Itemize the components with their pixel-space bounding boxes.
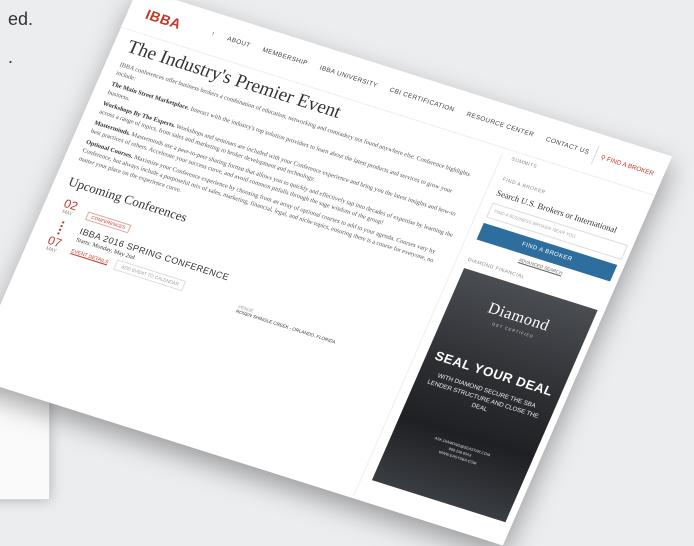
nav-item-home[interactable]: ↑ [210, 30, 216, 38]
find-broker-header-link[interactable]: ⚲ FIND A BROKER [590, 145, 664, 185]
conference-start: Starts: Monday, May 2nd [74, 237, 136, 262]
end-date: 07 MAY [44, 233, 64, 255]
date-range-connector [57, 221, 67, 236]
perspective-stage: IBBA ↑ ABOUT MEMBERSHIP IBBA UNIVERSITY … [0, 0, 694, 546]
nav-item-contact[interactable]: CONTACT US [545, 136, 591, 156]
nav-item-resource-center[interactable]: RESOURCE CENTER [465, 111, 535, 139]
ad-contact: ASK.DIAMOND@SEASTAR.COM 888.258.6543 WWW… [433, 436, 491, 466]
nav-item-university[interactable]: IBBA UNIVERSITY [318, 65, 378, 90]
nav-item-membership[interactable]: MEMBERSHIP [261, 47, 309, 68]
nav-item-about[interactable]: ABOUT [226, 35, 252, 49]
ibba-logo[interactable]: IBBA [143, 6, 184, 32]
start-date: 02 MAY [61, 196, 80, 218]
nav-item-certification[interactable]: CBI CERTIFICATION [388, 87, 455, 114]
website-page: IBBA ↑ ABOUT MEMBERSHIP IBBA UNIVERSITY … [0, 0, 673, 546]
